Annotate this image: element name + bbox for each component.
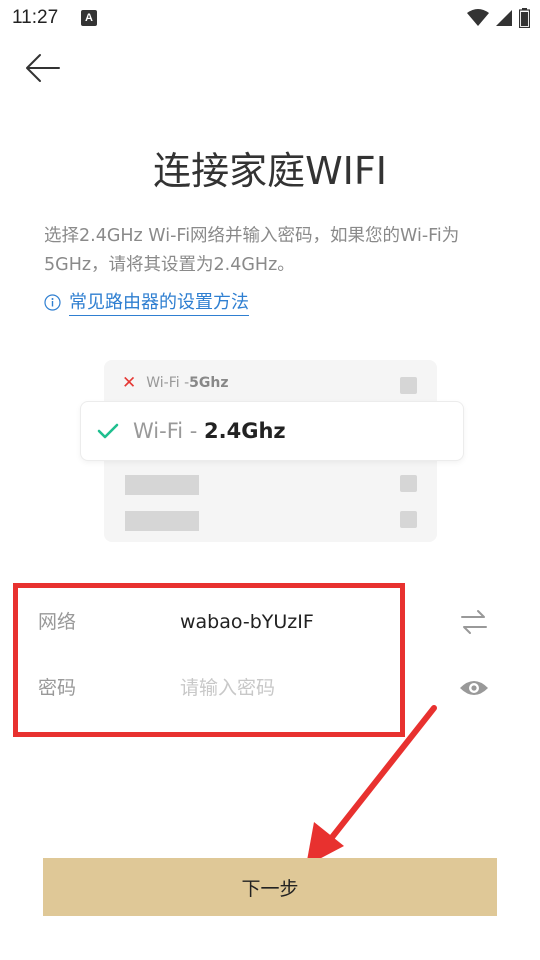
wifi-5g-prefix: Wi-Fi -: [146, 375, 190, 391]
wifi-5g-band: 5Ghz: [189, 375, 229, 391]
wifi-24g-label: Wi-Fi - 2.4Ghz: [133, 419, 286, 443]
wifi-signal-icon: [467, 9, 489, 26]
wifi-5g-row: ✕ Wi-Fi - 5Ghz: [122, 373, 229, 393]
placeholder-network-bar: [125, 511, 199, 531]
wifi-24g-prefix: Wi-Fi -: [133, 419, 205, 443]
wifi-24g-card: Wi-Fi - 2.4Ghz: [80, 401, 464, 461]
switch-network-icon[interactable]: [458, 608, 490, 636]
wifi-24g-band: 2.4Ghz: [204, 419, 286, 443]
help-link-label[interactable]: 常见路由器的设置方法: [69, 288, 249, 316]
placeholder-lock-icon: [400, 475, 417, 492]
check-icon: [97, 423, 119, 439]
status-bar: 11:27 A: [0, 0, 540, 36]
info-icon: [44, 293, 61, 311]
battery-icon: [519, 8, 530, 28]
placeholder-lock-icon: [400, 377, 417, 394]
page-title: 连接家庭WIFI: [153, 149, 387, 193]
placeholder-network-bar: [125, 475, 199, 495]
eye-icon[interactable]: [458, 676, 490, 700]
router-help-link[interactable]: 常见路由器的设置方法: [44, 288, 249, 316]
annotation-arrow-icon: [306, 705, 437, 866]
status-time: 11:27: [12, 7, 59, 28]
instruction-text: 选择2.4GHz Wi-Fi网络并输入密码，如果您的Wi-Fi为5GHz，请将其…: [44, 226, 460, 275]
cell-signal-icon: [496, 10, 512, 26]
placeholder-lock-icon: [400, 511, 417, 528]
back-button[interactable]: [22, 50, 66, 86]
status-icons: [467, 8, 530, 28]
notification-icon: A: [81, 10, 97, 26]
next-button[interactable]: 下一步: [43, 858, 497, 916]
cross-icon: ✕: [122, 373, 137, 393]
arrow-left-icon: [26, 54, 60, 82]
